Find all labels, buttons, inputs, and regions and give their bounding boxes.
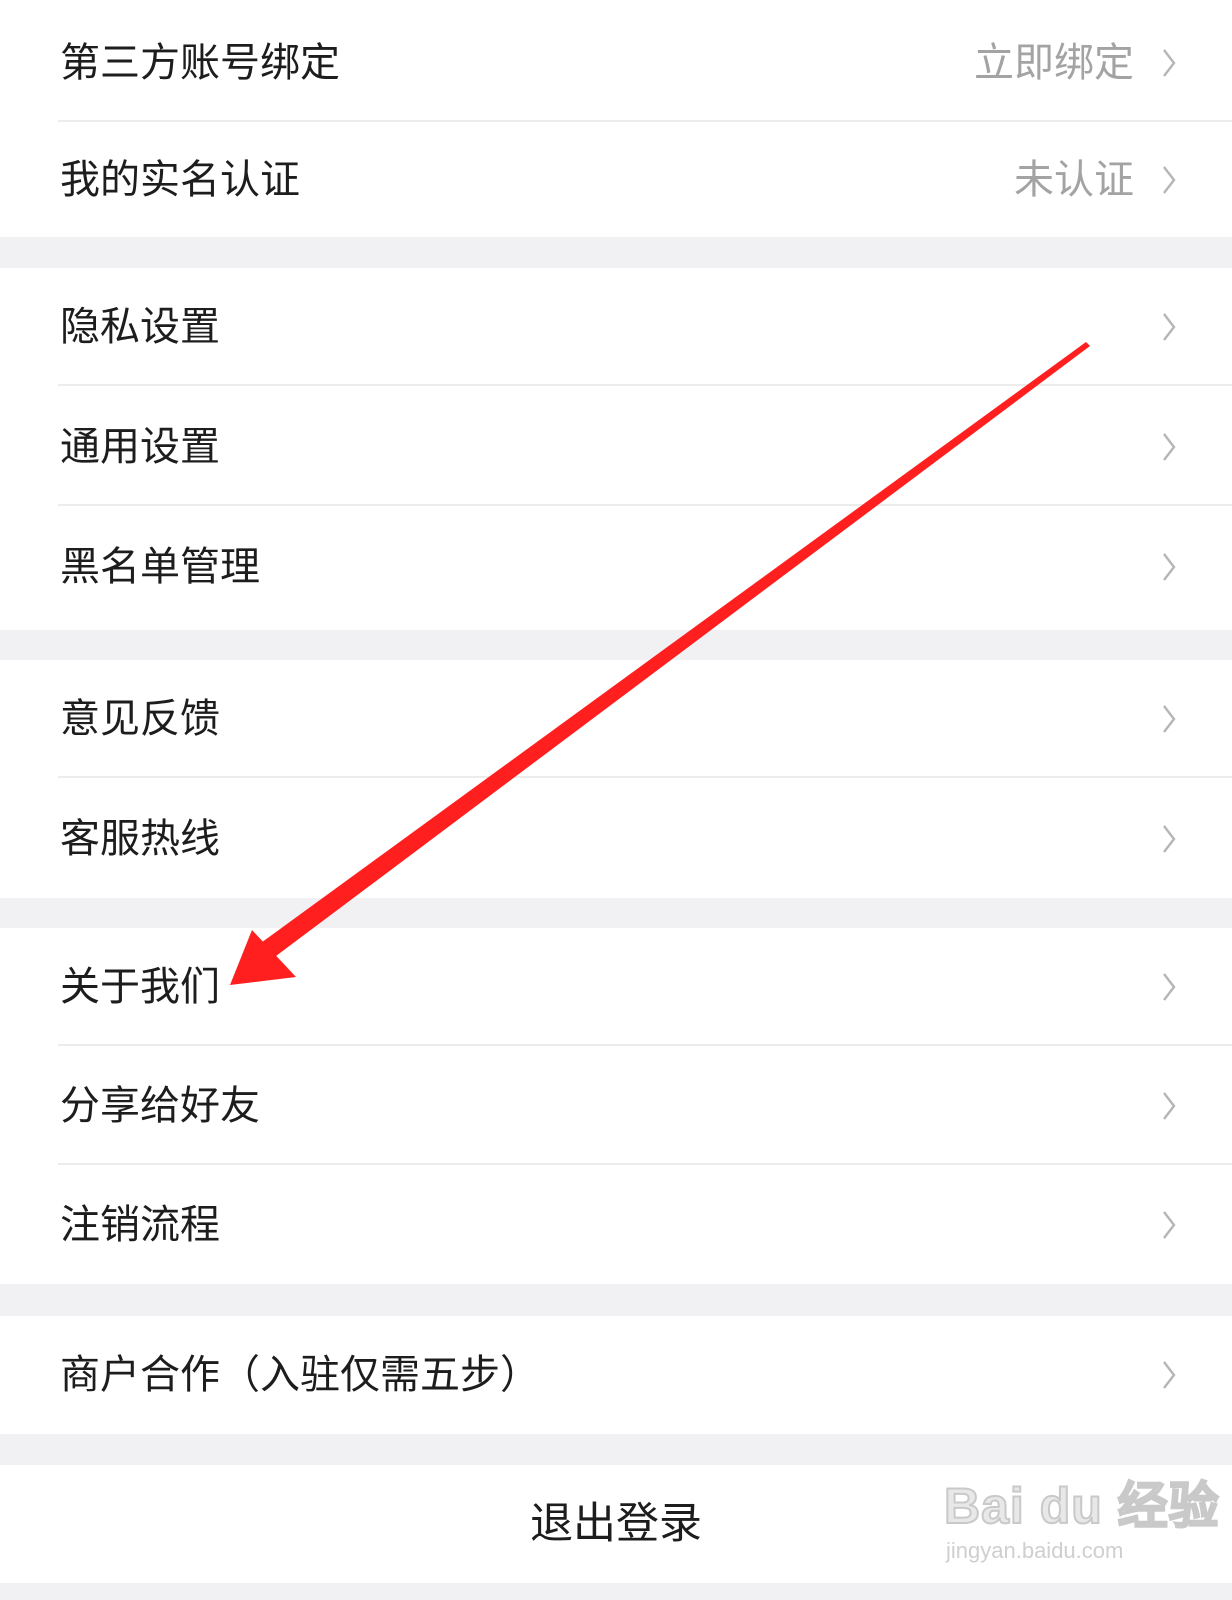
row-divider — [58, 776, 1232, 778]
chevron-right-icon — [1163, 1361, 1176, 1389]
row-value: 未认证 — [1014, 157, 1134, 203]
row-label: 意见反馈 — [60, 696, 220, 742]
row-label: 注销流程 — [60, 1202, 220, 1248]
row-real-name-verification[interactable]: 我的实名认证 未认证 — [0, 121, 1232, 239]
settings-group-about: 关于我们 分享给好友 注销流程 — [0, 928, 1232, 1284]
row-share-with-friends[interactable]: 分享给好友 — [0, 1047, 1232, 1165]
row-general-settings[interactable]: 通用设置 — [0, 388, 1232, 506]
baidu-jingyan-watermark: Bai du 经验 jingyan.baidu.com — [943, 1466, 1220, 1576]
row-divider — [58, 1163, 1232, 1165]
row-privacy-settings[interactable]: 隐私设置 — [0, 268, 1232, 386]
row-blacklist-management[interactable]: 黑名单管理 — [0, 508, 1232, 626]
row-label: 第三方账号绑定 — [60, 40, 340, 86]
chevron-right-icon — [1163, 973, 1176, 1001]
chevron-right-icon — [1163, 1092, 1176, 1120]
row-label: 我的实名认证 — [60, 157, 300, 203]
chevron-right-icon — [1163, 1211, 1176, 1239]
watermark-brand: Bai du 经验 — [943, 1477, 1220, 1535]
settings-group-support: 意见反馈 客服热线 — [0, 660, 1232, 898]
chevron-right-icon — [1163, 433, 1176, 461]
settings-group-privacy: 隐私设置 通用设置 黑名单管理 — [0, 268, 1232, 630]
row-label: 客服热线 — [60, 816, 220, 862]
row-label: 隐私设置 — [60, 304, 220, 350]
watermark-url: jingyan.baidu.com — [946, 1538, 1124, 1563]
chevron-right-icon — [1163, 166, 1176, 194]
chevron-right-icon — [1163, 705, 1176, 733]
row-feedback[interactable]: 意见反馈 — [0, 660, 1232, 778]
chevron-right-icon — [1163, 49, 1176, 77]
row-divider — [58, 504, 1232, 506]
row-merchant-cooperation[interactable]: 商户合作（入驻仅需五步） — [0, 1316, 1232, 1434]
chevron-right-icon — [1163, 553, 1176, 581]
row-label: 通用设置 — [60, 424, 220, 470]
row-value: 立即绑定 — [974, 40, 1134, 86]
settings-group-merchant: 商户合作（入驻仅需五步） — [0, 1316, 1232, 1434]
row-customer-hotline[interactable]: 客服热线 — [0, 780, 1232, 898]
row-label: 分享给好友 — [60, 1083, 260, 1129]
row-divider — [58, 384, 1232, 386]
row-account-cancellation[interactable]: 注销流程 — [0, 1166, 1232, 1284]
chevron-right-icon — [1163, 825, 1176, 853]
row-third-party-binding[interactable]: 第三方账号绑定 立即绑定 — [0, 4, 1232, 122]
row-label: 关于我们 — [60, 964, 220, 1010]
row-label: 商户合作（入驻仅需五步） — [60, 1352, 540, 1398]
row-divider — [58, 1044, 1232, 1046]
row-about-us[interactable]: 关于我们 — [0, 928, 1232, 1046]
row-label: 黑名单管理 — [60, 544, 260, 590]
settings-group-account: 第三方账号绑定 立即绑定 我的实名认证 未认证 — [0, 0, 1232, 237]
chevron-right-icon — [1163, 313, 1176, 341]
